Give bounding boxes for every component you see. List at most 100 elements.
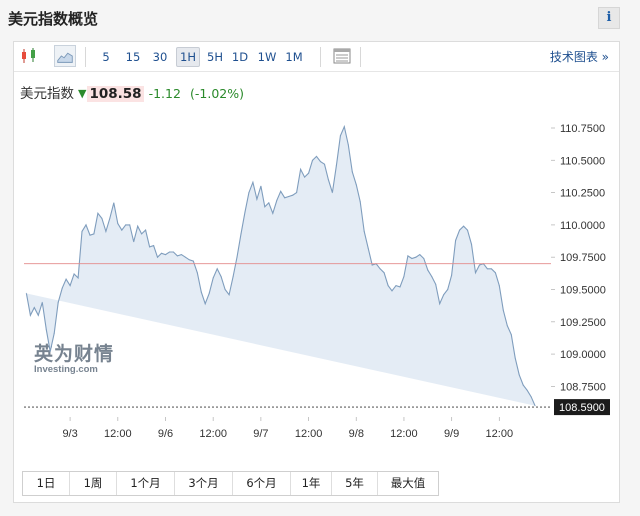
price-point bbox=[300, 168, 302, 170]
price-point bbox=[272, 212, 274, 214]
price-change: -1.12 bbox=[148, 86, 181, 101]
price-point bbox=[105, 230, 107, 232]
price-point bbox=[117, 223, 119, 225]
price-point bbox=[347, 144, 349, 146]
y-tick-label: 110.5000 bbox=[560, 155, 605, 167]
y-tick-label: 108.7500 bbox=[560, 381, 606, 393]
x-tick-label: 9/7 bbox=[253, 428, 268, 440]
range-6m-button[interactable]: 6个月 bbox=[233, 472, 291, 495]
y-tick-label: 109.2500 bbox=[560, 317, 606, 329]
price-point bbox=[331, 192, 333, 194]
price-point bbox=[407, 255, 409, 257]
price-point bbox=[224, 288, 226, 291]
price-point bbox=[240, 233, 242, 235]
price-point bbox=[200, 291, 202, 293]
price-point bbox=[137, 225, 139, 227]
price-point bbox=[323, 163, 326, 165]
price-point bbox=[81, 230, 83, 232]
price-point bbox=[41, 301, 43, 303]
price-point bbox=[232, 276, 234, 278]
range-max-button[interactable]: 最大值 bbox=[378, 472, 438, 495]
price-point bbox=[129, 224, 131, 226]
price-point bbox=[463, 225, 465, 227]
price-point bbox=[236, 256, 238, 258]
price-point bbox=[244, 211, 246, 213]
watermark-brand-cn: 英为财情 bbox=[34, 342, 114, 365]
price-point bbox=[216, 268, 218, 270]
price-point bbox=[164, 254, 167, 256]
price-point bbox=[145, 229, 147, 231]
price-point bbox=[125, 224, 127, 226]
price-point bbox=[212, 277, 214, 279]
price-point bbox=[141, 233, 143, 235]
price-point bbox=[268, 202, 270, 204]
price-chart[interactable]: 英为财情 Investing.com 110.7500 110.5000 110.2… bbox=[14, 42, 619, 502]
chart-widget: 5 15 30 1H 5H 1D 1W 1M 技术图表 » 英为财情 Inves… bbox=[13, 41, 620, 503]
price-point bbox=[539, 42, 540, 43]
x-tick-label: 12:00 bbox=[104, 428, 132, 440]
price-point bbox=[156, 256, 159, 258]
x-tick-label: 9/9 bbox=[444, 428, 459, 440]
price-point bbox=[455, 239, 457, 241]
range-1w-button[interactable]: 1周 bbox=[70, 472, 117, 495]
y-tick-label: 109.7500 bbox=[560, 252, 606, 264]
y-tick-label: 110.0000 bbox=[560, 220, 605, 232]
instrument-name: 美元指数 bbox=[20, 86, 74, 102]
price-point bbox=[367, 247, 369, 249]
y-tick-label: 110.7500 bbox=[560, 123, 605, 135]
range-1d-button[interactable]: 1日 bbox=[23, 472, 70, 495]
price-point bbox=[176, 255, 178, 257]
price-point bbox=[506, 325, 508, 327]
price-point bbox=[371, 264, 373, 266]
range-5y-button[interactable]: 5年 bbox=[332, 472, 378, 495]
price-point bbox=[49, 350, 51, 353]
price-point bbox=[383, 272, 385, 274]
last-value-label: 108.5900 bbox=[559, 402, 605, 414]
price-point bbox=[490, 268, 492, 270]
price-point bbox=[296, 192, 298, 194]
range-3m-button[interactable]: 3个月 bbox=[175, 472, 233, 495]
price-point bbox=[391, 290, 393, 292]
price-point bbox=[153, 245, 155, 247]
price-point bbox=[546, 42, 547, 43]
price-point bbox=[252, 181, 254, 183]
price-point bbox=[435, 283, 437, 285]
price-point bbox=[543, 42, 544, 43]
price-point bbox=[466, 229, 469, 231]
price-point bbox=[443, 294, 445, 296]
price-point bbox=[399, 286, 401, 288]
price-point bbox=[363, 230, 365, 232]
price-point bbox=[470, 243, 473, 245]
price-point bbox=[85, 224, 87, 226]
range-1y-button[interactable]: 1年 bbox=[291, 472, 332, 495]
price-point bbox=[37, 314, 39, 316]
price-point bbox=[403, 276, 405, 278]
price-point bbox=[427, 269, 429, 271]
price-point bbox=[335, 164, 337, 167]
price-point bbox=[411, 257, 413, 260]
price-point bbox=[204, 303, 206, 305]
x-tick-label: 9/8 bbox=[349, 428, 364, 440]
price-point bbox=[196, 272, 198, 274]
price-point bbox=[133, 241, 135, 243]
range-1m-button[interactable]: 1个月 bbox=[117, 472, 175, 495]
info-icon[interactable]: i bbox=[598, 7, 620, 29]
price-point bbox=[73, 273, 75, 275]
price-point bbox=[474, 272, 477, 274]
price-point bbox=[315, 155, 318, 157]
price-point bbox=[149, 246, 151, 248]
price-point bbox=[292, 194, 294, 196]
x-tick-label: 12:00 bbox=[199, 428, 227, 440]
x-tick-label: 9/6 bbox=[158, 428, 173, 440]
price-point bbox=[423, 257, 425, 260]
y-tick-label: 110.2500 bbox=[560, 188, 605, 200]
price-point bbox=[29, 314, 31, 316]
price-point bbox=[45, 329, 47, 331]
price-point bbox=[486, 268, 488, 270]
price-point bbox=[343, 126, 345, 128]
x-tick-label: 12:00 bbox=[486, 428, 514, 440]
price-point bbox=[510, 334, 512, 336]
price-point bbox=[419, 254, 421, 256]
price-point bbox=[526, 389, 528, 391]
price-point bbox=[288, 195, 290, 198]
